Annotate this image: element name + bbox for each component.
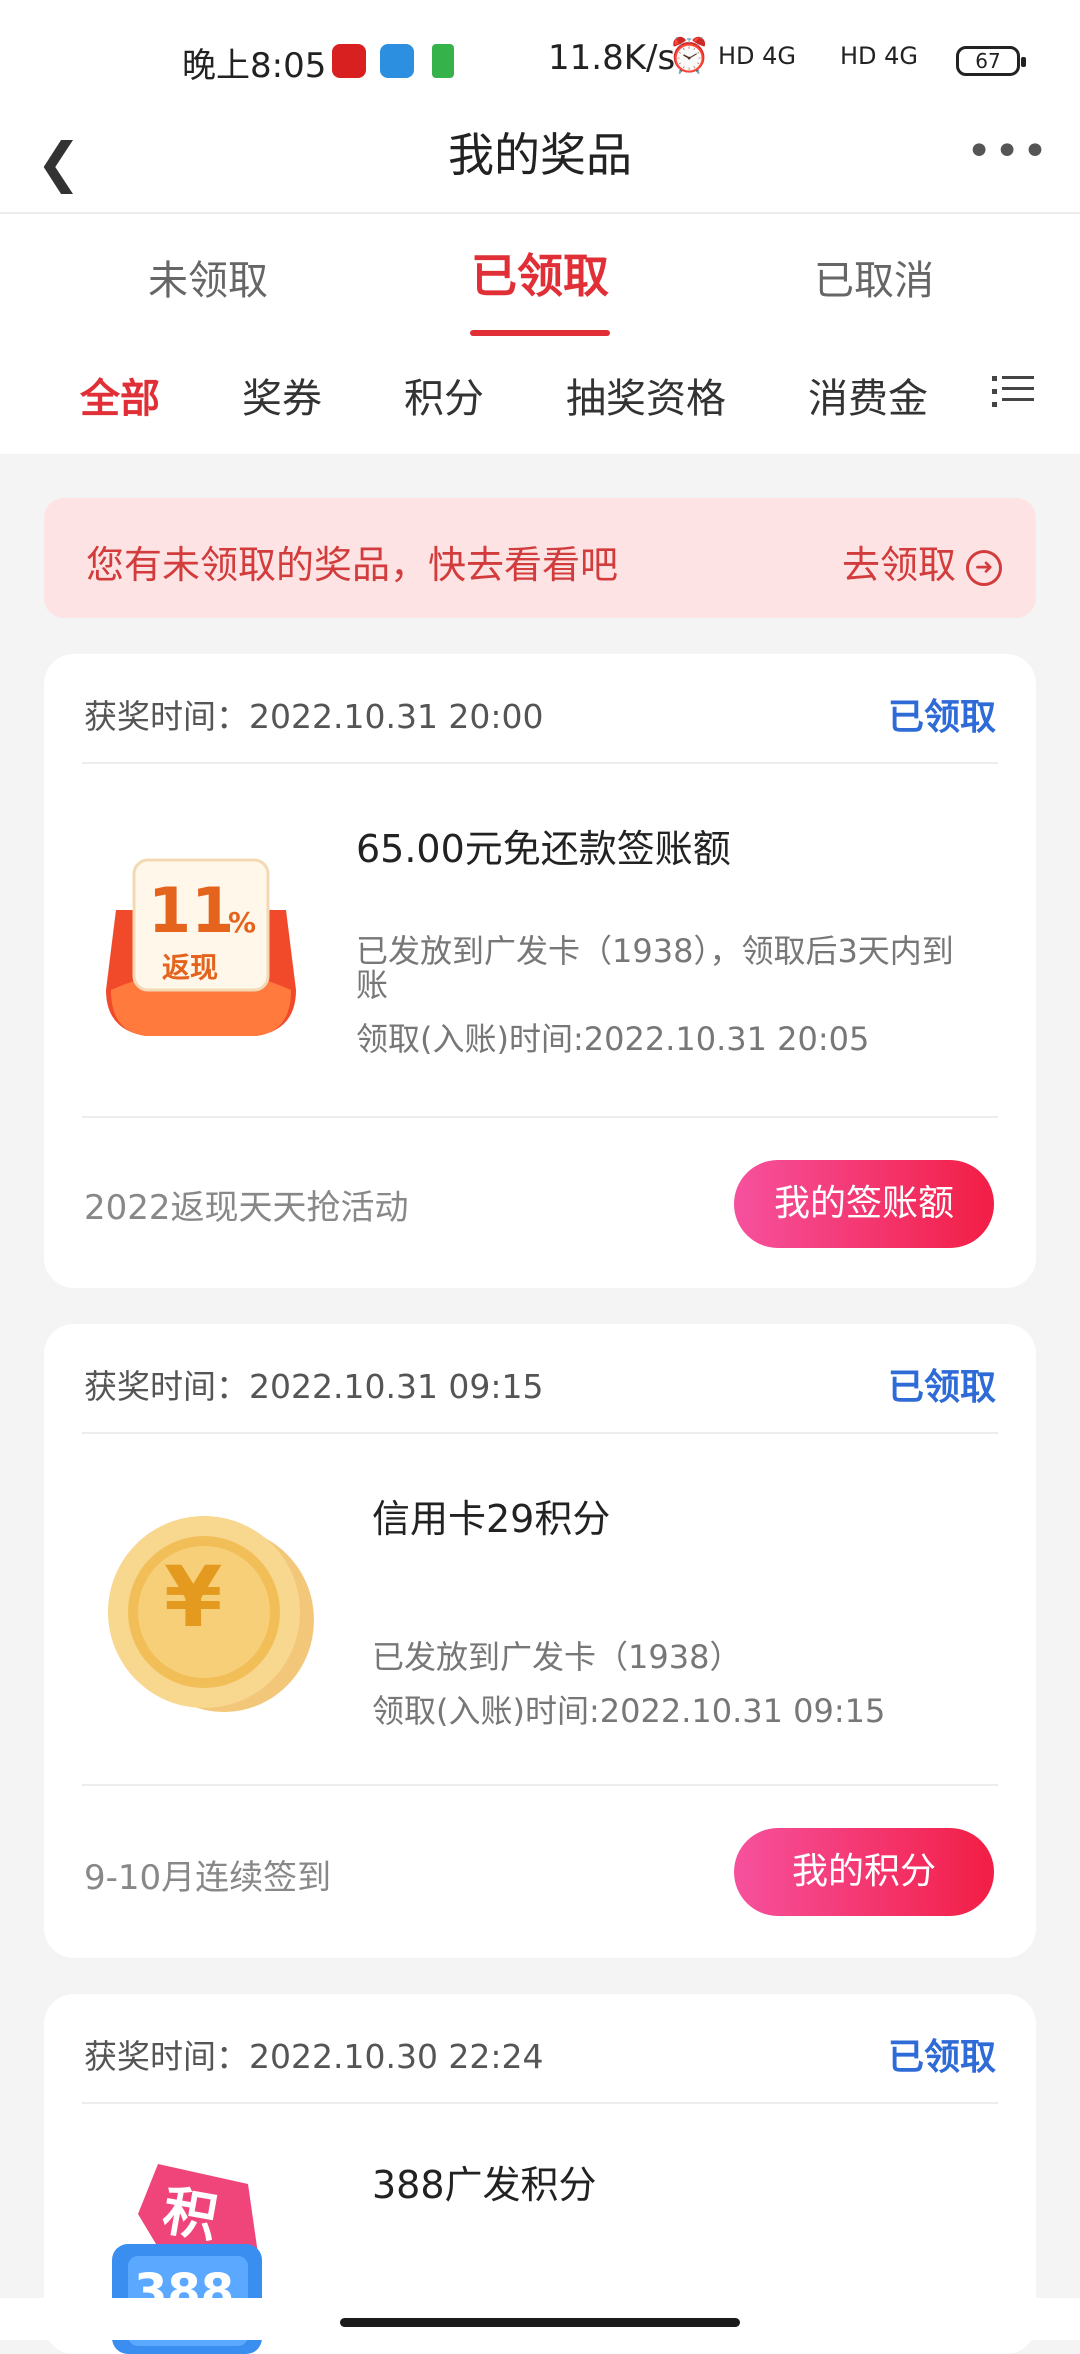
status-badge: 已领取 — [887, 697, 996, 738]
battery-icon: 67 — [956, 46, 1026, 76]
home-indicator[interactable] — [340, 2318, 740, 2327]
award-time: 获奖时间：2022.10.31 20:00 — [84, 697, 544, 736]
net-speed: 11.8K/s — [548, 38, 676, 78]
status-tabs: 未领取 已领取 已取消 — [0, 214, 1080, 336]
tab-claimed[interactable]: 已领取 — [390, 240, 690, 306]
badge-percent-sign: % — [228, 906, 257, 939]
divider — [82, 2102, 998, 2104]
prize-name: 信用卡29积分 — [372, 1497, 611, 1541]
prize-delivery-info: 已发放到广发卡（1938），领取后3天内到账 — [356, 932, 954, 1004]
prize-card: 获奖时间：2022.10.31 20:00 已领取 11 % 返现 65.00元… — [44, 654, 1036, 1288]
arrow-right-circle-icon: ➜ — [966, 549, 1002, 586]
badge-percent-number: 11 — [148, 874, 235, 947]
yuan-symbol: ¥ — [164, 1548, 223, 1646]
notification-app-icon — [332, 44, 366, 78]
credit-time: 领取(入账)时间:2022.10.31 09:15 — [372, 1692, 886, 1730]
category-menu-icon[interactable] — [992, 370, 1034, 410]
battery-saver-icon — [432, 44, 454, 78]
gold-coin-icon: ¥ — [92, 1500, 322, 1730]
cashback-badge-icon: 11 % 返现 — [96, 840, 306, 1050]
more-icon[interactable]: ••• — [966, 126, 1050, 177]
go-claim-link[interactable]: 去领取 ➜ — [842, 534, 1002, 589]
status-badge: 已领取 — [887, 2037, 996, 2078]
divider — [82, 1432, 998, 1434]
filter-spending-credit[interactable]: 消费金 — [808, 366, 928, 424]
tab-cancelled[interactable]: 已取消 — [724, 248, 1024, 306]
signal-icon: HD 4G — [840, 42, 919, 70]
prize-name: 65.00元免还款签账额 — [356, 827, 731, 871]
activity-name: 9-10月连续签到 — [84, 1858, 332, 1898]
prize-name: 388广发积分 — [372, 2163, 597, 2207]
notification-app-icon — [380, 44, 414, 78]
page-title: 我的奖品 — [448, 128, 632, 182]
go-claim-label: 去领取 — [841, 543, 956, 587]
category-filter-bar: 全部 奖券 积分 抽奖资格 消费金 — [0, 336, 1080, 454]
tab-unclaimed[interactable]: 未领取 — [58, 248, 358, 306]
divider — [82, 762, 998, 764]
activity-name: 2022返现天天抢活动 — [84, 1188, 409, 1228]
my-points-button[interactable]: 我的积分 — [734, 1828, 994, 1916]
filter-lottery[interactable]: 抽奖资格 — [566, 366, 726, 424]
status-badge: 已领取 — [887, 1367, 996, 1408]
alarm-icon: ⏰ — [668, 36, 711, 76]
divider — [82, 1116, 998, 1118]
divider — [82, 1784, 998, 1786]
my-credit-button[interactable]: 我的签账额 — [734, 1160, 994, 1248]
filter-vouchers[interactable]: 奖券 — [242, 366, 322, 424]
status-bar: 晚上8:05 11.8K/s ⏰ HD 4G HD 4G 67 — [0, 0, 1080, 120]
prize-delivery-info: 已发放到广发卡（1938） — [372, 1638, 742, 1676]
banner-text: 您有未领取的奖品，快去看看吧 — [86, 543, 619, 587]
award-time: 获奖时间：2022.10.31 09:15 — [84, 1367, 544, 1406]
status-time: 晚上8:05 — [182, 46, 327, 86]
filter-points[interactable]: 积分 — [404, 366, 484, 424]
signal-icon: HD 4G — [718, 42, 797, 70]
credit-time: 领取(入账)时间:2022.10.31 20:05 — [356, 1020, 870, 1058]
badge-label: 返现 — [162, 951, 219, 984]
prize-card: 获奖时间：2022.10.31 09:15 已领取 ¥ 信用卡29积分 已发放到… — [44, 1324, 1036, 1958]
award-time: 获奖时间：2022.10.30 22:24 — [84, 2037, 544, 2076]
unclaimed-prize-banner[interactable]: 您有未领取的奖品，快去看看吧 去领取 ➜ — [44, 498, 1036, 618]
filter-all[interactable]: 全部 — [80, 366, 160, 424]
nav-header: ❮ 我的奖品 ••• — [0, 120, 1080, 212]
